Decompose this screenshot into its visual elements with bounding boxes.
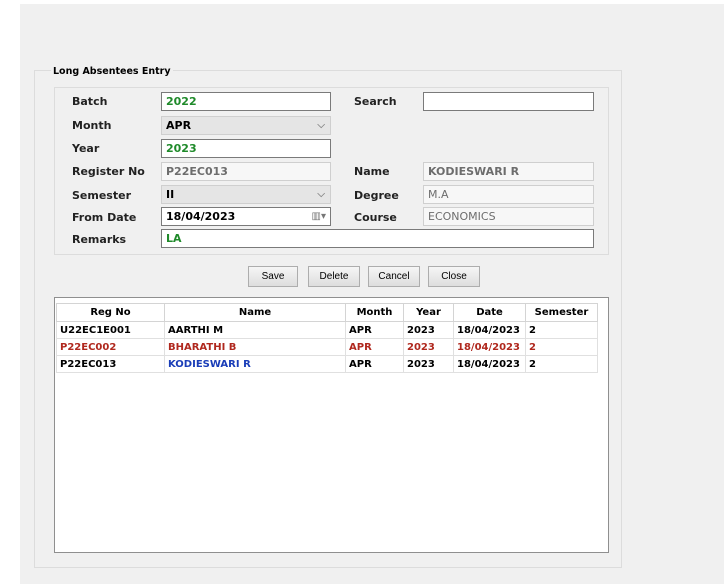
batch-field[interactable]: 2022	[161, 92, 331, 111]
course-label: Course	[354, 211, 397, 224]
cell-year: 2023	[403, 321, 454, 339]
search-input[interactable]	[423, 92, 594, 111]
calendar-dropdown-icon[interactable]: ▥▾	[312, 209, 326, 224]
month-select[interactable]: APR ⌵	[161, 116, 331, 135]
cell-semester: 2	[525, 338, 598, 356]
semester-select[interactable]: II ⌵	[161, 185, 331, 204]
batch-label: Batch	[72, 95, 108, 108]
column-header-year[interactable]: Year	[403, 303, 454, 322]
search-label: Search	[354, 95, 397, 108]
cell-semester: 2	[525, 355, 598, 373]
from-date-picker[interactable]: 18/04/2023 ▥▾	[161, 207, 331, 226]
register-no-field[interactable]: P22EC013	[161, 162, 331, 181]
month-select-value: APR	[166, 119, 192, 132]
table-row[interactable]: P22EC002 BHARATHI B APR 2023 18/04/2023 …	[56, 338, 598, 356]
cell-year: 2023	[403, 338, 454, 356]
chevron-down-icon: ⌵	[317, 189, 325, 200]
cell-reg-no: U22EC1E001	[56, 321, 165, 339]
chevron-down-icon: ⌵	[317, 120, 325, 131]
course-field[interactable]: ECONOMICS	[423, 207, 594, 226]
cell-date: 18/04/2023	[453, 321, 526, 339]
semester-select-value: II	[166, 188, 175, 201]
degree-field[interactable]: M.A	[423, 185, 594, 204]
year-label: Year	[72, 142, 100, 155]
cell-reg-no: P22EC013	[56, 355, 165, 373]
cell-month: APR	[345, 355, 404, 373]
from-date-label: From Date	[72, 211, 137, 224]
table-header-row: Reg No Name Month Year Date Semester	[56, 303, 598, 322]
cell-month: APR	[345, 321, 404, 339]
remarks-label: Remarks	[72, 233, 127, 246]
semester-label: Semester	[72, 189, 131, 202]
degree-label: Degree	[354, 189, 399, 202]
column-header-date[interactable]: Date	[453, 303, 526, 322]
absentees-table: Reg No Name Month Year Date Semester U22…	[56, 303, 598, 373]
from-date-value: 18/04/2023	[166, 210, 236, 223]
absentees-grid[interactable]: Reg No Name Month Year Date Semester U22…	[54, 297, 609, 553]
save-button[interactable]: Save	[248, 266, 298, 287]
name-field[interactable]: KODIESWARI R	[423, 162, 594, 181]
register-no-label: Register No	[72, 165, 145, 178]
cell-reg-no: P22EC002	[56, 338, 165, 356]
close-button[interactable]: Close	[428, 266, 480, 287]
column-header-month[interactable]: Month	[345, 303, 404, 322]
table-row[interactable]: U22EC1E001 AARTHI M APR 2023 18/04/2023 …	[56, 321, 598, 339]
column-header-reg-no[interactable]: Reg No	[56, 303, 165, 322]
cancel-button[interactable]: Cancel	[368, 266, 420, 287]
cell-semester: 2	[525, 321, 598, 339]
year-field[interactable]: 2023	[161, 139, 331, 158]
cell-name: AARTHI M	[164, 321, 346, 339]
cell-date: 18/04/2023	[453, 355, 526, 373]
name-label: Name	[354, 165, 390, 178]
table-row[interactable]: P22EC013 KODIESWARI R APR 2023 18/04/202…	[56, 355, 598, 373]
cell-date: 18/04/2023	[453, 338, 526, 356]
group-title: Long Absentees Entry	[51, 66, 173, 77]
cell-name: BHARATHI B	[164, 338, 346, 356]
cell-month: APR	[345, 338, 404, 356]
column-header-name[interactable]: Name	[164, 303, 346, 322]
column-header-semester[interactable]: Semester	[525, 303, 598, 322]
cell-name: KODIESWARI R	[164, 355, 346, 373]
remarks-field[interactable]: LA	[161, 229, 594, 248]
delete-button[interactable]: Delete	[308, 266, 360, 287]
cell-year: 2023	[403, 355, 454, 373]
month-label: Month	[72, 119, 112, 132]
